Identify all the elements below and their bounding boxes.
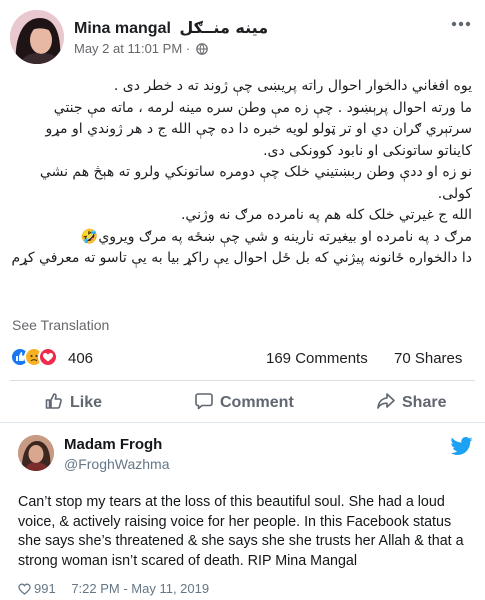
post-paragraph: مرګ د په نامرده او بیغیرته نارینه و شي چ… (80, 228, 472, 245)
post-paragraph: دا دالخواره ځانونه پیژني که بل ځل احوال … (11, 250, 472, 266)
comment-button-label: Comment (220, 394, 294, 411)
share-arrow-icon (377, 393, 395, 409)
post-header: Mina mangal مینه منــګل May 2 at 11:01 P… (10, 10, 475, 70)
tweet-card: Madam Frogh @FroghWazhma Can’t stop my t… (0, 422, 485, 600)
thumbs-up-icon (45, 393, 62, 409)
tweet-author-handle[interactable]: @FroghWazhma (64, 456, 170, 472)
post-stats: 406 169 Comments 70 Shares (10, 345, 475, 371)
twitter-bird-icon[interactable] (450, 437, 473, 460)
share-button[interactable]: Share (376, 391, 446, 417)
reactions-count[interactable]: 406 (68, 350, 93, 367)
tweet-avatar-photo (18, 435, 54, 471)
author-name-row: Mina mangal مینه منــګل (74, 18, 268, 38)
meta-separator: · (185, 41, 191, 56)
see-translation-link[interactable]: See Translation (12, 317, 109, 333)
share-button-label: Share (402, 394, 447, 411)
divider (10, 380, 475, 381)
post-body: یوه افغاني دالخوار احوال راته پریښی چې ژ… (10, 76, 472, 270)
like-button-label: Like (70, 394, 103, 411)
post-actions: Like Comment Share (10, 385, 475, 421)
comments-count[interactable]: 169 Comments (266, 350, 368, 367)
post-paragraph: یوه افغاني دالخوار احوال راته پریښی چې ژ… (113, 78, 472, 94)
love-reaction-icon (38, 347, 58, 367)
facebook-post-card: Mina mangal مینه منــګل May 2 at 11:01 P… (0, 0, 485, 422)
post-paragraph: الله ج غیرتي خلک کله هم په نامرده مرګ نه… (180, 207, 472, 223)
tweet-likes-count[interactable]: 991 (34, 581, 56, 596)
tweet-timestamp[interactable]: 7:22 PM - May 11, 2019 (71, 581, 209, 596)
avatar-photo (10, 10, 64, 64)
tweet-author-name[interactable]: Madam Frogh (64, 436, 162, 453)
comment-bubble-icon (195, 393, 213, 410)
tweet-text: Can’t stop my tears at the loss of this … (18, 494, 464, 569)
post-paragraph: نو زه او ددې وطن ربښتیني خلک چې دومره سا… (39, 164, 472, 202)
author-avatar[interactable] (10, 10, 64, 64)
tweet-footer: 991 7:22 PM - May 11, 2019 (18, 581, 209, 598)
author-name-native[interactable]: مینه منــګل (179, 18, 268, 37)
post-timestamp[interactable]: May 2 at 11:01 PM (74, 41, 182, 56)
post-meta: May 2 at 11:01 PM · (74, 41, 208, 58)
heart-icon[interactable] (18, 583, 31, 598)
more-options-icon[interactable] (451, 16, 471, 30)
tweet-author-avatar[interactable] (18, 435, 54, 471)
post-paragraph: ما ورته احوال پرېښود . چې زه مې وطن سره … (45, 99, 472, 159)
like-button[interactable]: Like (44, 391, 102, 417)
shares-count[interactable]: 70 Shares (394, 350, 462, 367)
comment-button[interactable]: Comment (194, 391, 294, 417)
globe-icon[interactable] (195, 43, 208, 58)
author-name[interactable]: Mina mangal (74, 20, 171, 37)
